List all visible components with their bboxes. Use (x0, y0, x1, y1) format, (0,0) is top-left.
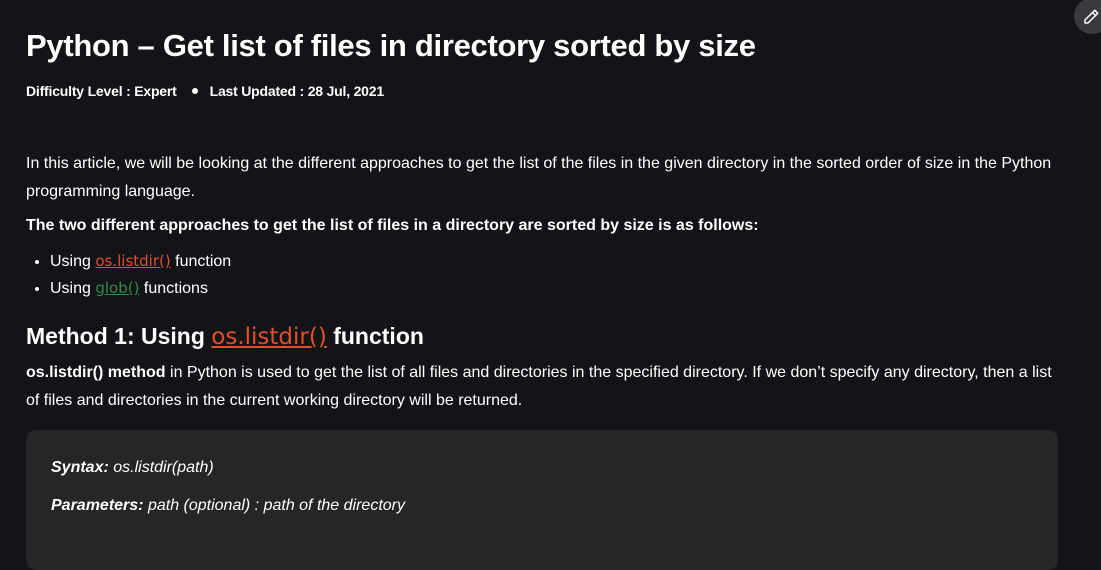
approaches-lead: The two different approaches to get the … (26, 217, 759, 234)
os-listdir-link[interactable]: os.listdir() (95, 252, 170, 270)
list-item: Using os.listdir() function (50, 248, 1066, 275)
parameters-line: Parameters: path (optional) : path of th… (51, 497, 405, 514)
page-title: Python – Get list of files in directory … (26, 28, 756, 63)
last-updated: Last Updated : 28 Jul, 2021 (209, 83, 385, 99)
method-os-listdir-link[interactable]: os.listdir() (211, 324, 327, 350)
article: Python – Get list of files in directory … (26, 0, 1066, 415)
intro-paragraph: In this article, we will be looking at t… (26, 155, 1052, 200)
approaches-list: Using os.listdir() function Using glob()… (26, 248, 1066, 302)
separator-dot (191, 88, 198, 94)
syntax-line: Syntax: os.listdir(path) (51, 459, 214, 476)
article-meta: Difficulty Level : Expert Last Updated :… (26, 83, 1066, 99)
glob-link[interactable]: glob() (95, 279, 139, 297)
edit-button[interactable] (1074, 0, 1101, 34)
pencil-icon (1084, 9, 1099, 24)
method-1-description: os.listdir() method in Python is used to… (26, 364, 1052, 409)
difficulty-level: Difficulty Level : Expert (26, 83, 177, 99)
list-item: Using glob() functions (50, 275, 1066, 302)
syntax-box: Syntax: os.listdir(path) Parameters: pat… (26, 430, 1058, 570)
method-1-heading: Method 1: Using os.listdir() function (26, 323, 424, 350)
